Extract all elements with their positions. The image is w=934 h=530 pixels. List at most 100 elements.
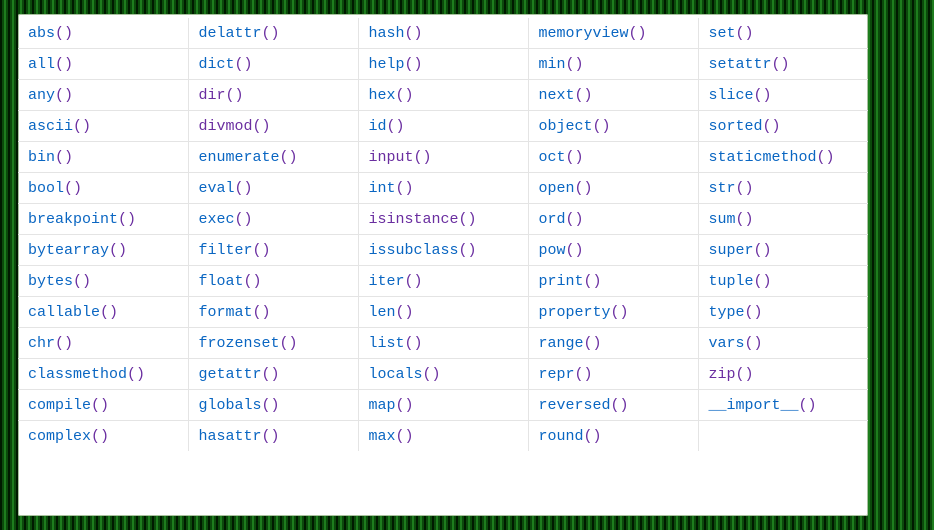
paren: () xyxy=(118,211,136,228)
function-link-__import__[interactable]: __import__() xyxy=(709,397,817,414)
function-link-id[interactable]: id() xyxy=(369,118,405,135)
function-link-callable[interactable]: callable() xyxy=(28,304,118,321)
function-link-pow[interactable]: pow() xyxy=(539,242,584,259)
function-cell: hasattr() xyxy=(188,421,358,452)
function-link-eval[interactable]: eval() xyxy=(199,180,253,197)
function-link-all[interactable]: all() xyxy=(28,56,73,73)
function-cell: set() xyxy=(698,18,868,49)
function-link-type[interactable]: type() xyxy=(709,304,763,321)
function-link-print[interactable]: print() xyxy=(539,273,602,290)
function-cell: int() xyxy=(358,173,528,204)
function-link-help[interactable]: help() xyxy=(369,56,423,73)
function-link-filter[interactable]: filter() xyxy=(199,242,271,259)
function-name: issubclass xyxy=(369,242,459,259)
function-link-min[interactable]: min() xyxy=(539,56,584,73)
function-link-repr[interactable]: repr() xyxy=(539,366,593,383)
function-link-dict[interactable]: dict() xyxy=(199,56,253,73)
function-name: help xyxy=(369,56,405,73)
function-name: delattr xyxy=(199,25,262,42)
function-link-input[interactable]: input() xyxy=(369,149,432,166)
function-link-getattr[interactable]: getattr() xyxy=(199,366,280,383)
function-link-ascii[interactable]: ascii() xyxy=(28,118,91,135)
function-link-exec[interactable]: exec() xyxy=(199,211,253,228)
function-link-property[interactable]: property() xyxy=(539,304,629,321)
function-link-breakpoint[interactable]: breakpoint() xyxy=(28,211,136,228)
function-link-max[interactable]: max() xyxy=(369,428,414,445)
function-name: format xyxy=(199,304,253,321)
function-link-tuple[interactable]: tuple() xyxy=(709,273,772,290)
function-link-len[interactable]: len() xyxy=(369,304,414,321)
function-link-ord[interactable]: ord() xyxy=(539,211,584,228)
function-link-slice[interactable]: slice() xyxy=(709,87,772,104)
function-link-object[interactable]: object() xyxy=(539,118,611,135)
function-link-locals[interactable]: locals() xyxy=(369,366,441,383)
function-link-setattr[interactable]: setattr() xyxy=(709,56,790,73)
function-link-divmod[interactable]: divmod() xyxy=(199,118,271,135)
paren: () xyxy=(575,180,593,197)
function-link-str[interactable]: str() xyxy=(709,180,754,197)
function-link-zip[interactable]: zip() xyxy=(709,366,754,383)
function-cell: reversed() xyxy=(528,390,698,421)
function-link-issubclass[interactable]: issubclass() xyxy=(369,242,477,259)
function-link-format[interactable]: format() xyxy=(199,304,271,321)
function-link-list[interactable]: list() xyxy=(369,335,423,352)
paren: () xyxy=(280,335,298,352)
function-link-compile[interactable]: compile() xyxy=(28,397,109,414)
function-link-hasattr[interactable]: hasattr() xyxy=(199,428,280,445)
function-link-memoryview[interactable]: memoryview() xyxy=(539,25,647,42)
table-row: bin() enumerate() input() oct() staticmethod… xyxy=(18,142,868,173)
function-name: bytes xyxy=(28,273,73,290)
function-name: repr xyxy=(539,366,575,383)
function-link-vars[interactable]: vars() xyxy=(709,335,763,352)
function-link-any[interactable]: any() xyxy=(28,87,73,104)
function-link-classmethod[interactable]: classmethod() xyxy=(28,366,145,383)
function-name: sorted xyxy=(709,118,763,135)
function-link-bytearray[interactable]: bytearray() xyxy=(28,242,127,259)
function-link-super[interactable]: super() xyxy=(709,242,772,259)
function-name: max xyxy=(369,428,396,445)
function-link-sum[interactable]: sum() xyxy=(709,211,754,228)
function-name: abs xyxy=(28,25,55,42)
function-link-int[interactable]: int() xyxy=(369,180,414,197)
function-cell: compile() xyxy=(18,390,188,421)
function-name: setattr xyxy=(709,56,772,73)
function-link-reversed[interactable]: reversed() xyxy=(539,397,629,414)
paren: () xyxy=(754,242,772,259)
function-cell: bool() xyxy=(18,173,188,204)
function-link-bytes[interactable]: bytes() xyxy=(28,273,91,290)
function-link-abs[interactable]: abs() xyxy=(28,25,73,42)
function-cell: property() xyxy=(528,297,698,328)
function-link-delattr[interactable]: delattr() xyxy=(199,25,280,42)
function-cell: pow() xyxy=(528,235,698,266)
function-link-next[interactable]: next() xyxy=(539,87,593,104)
function-link-bool[interactable]: bool() xyxy=(28,180,82,197)
function-link-globals[interactable]: globals() xyxy=(199,397,280,414)
table-row: abs()delattr()hash()memoryview()set() xyxy=(18,18,868,49)
paren: () xyxy=(55,335,73,352)
function-link-map[interactable]: map() xyxy=(369,397,414,414)
function-link-staticmethod[interactable]: staticmethod() xyxy=(709,149,835,166)
function-link-oct[interactable]: oct() xyxy=(539,149,584,166)
paren: () xyxy=(262,25,280,42)
function-name: property xyxy=(539,304,611,321)
function-link-hash[interactable]: hash() xyxy=(369,25,423,42)
function-link-open[interactable]: open() xyxy=(539,180,593,197)
function-link-bin[interactable]: bin() xyxy=(28,149,73,166)
function-name: slice xyxy=(709,87,754,104)
function-link-dir[interactable]: dir() xyxy=(199,87,244,104)
function-link-chr[interactable]: chr() xyxy=(28,335,73,352)
function-link-range[interactable]: range() xyxy=(539,335,602,352)
function-link-iter[interactable]: iter() xyxy=(369,273,423,290)
function-link-enumerate[interactable]: enumerate() xyxy=(199,149,298,166)
function-link-complex[interactable]: complex() xyxy=(28,428,109,445)
function-link-hex[interactable]: hex() xyxy=(369,87,414,104)
function-link-sorted[interactable]: sorted() xyxy=(709,118,781,135)
function-name: dict xyxy=(199,56,235,73)
function-cell: super() xyxy=(698,235,868,266)
function-link-set[interactable]: set() xyxy=(709,25,754,42)
function-name: chr xyxy=(28,335,55,352)
function-link-float[interactable]: float() xyxy=(199,273,262,290)
function-link-round[interactable]: round() xyxy=(539,428,602,445)
function-link-frozenset[interactable]: frozenset() xyxy=(199,335,298,352)
function-link-isinstance[interactable]: isinstance() xyxy=(369,211,477,228)
